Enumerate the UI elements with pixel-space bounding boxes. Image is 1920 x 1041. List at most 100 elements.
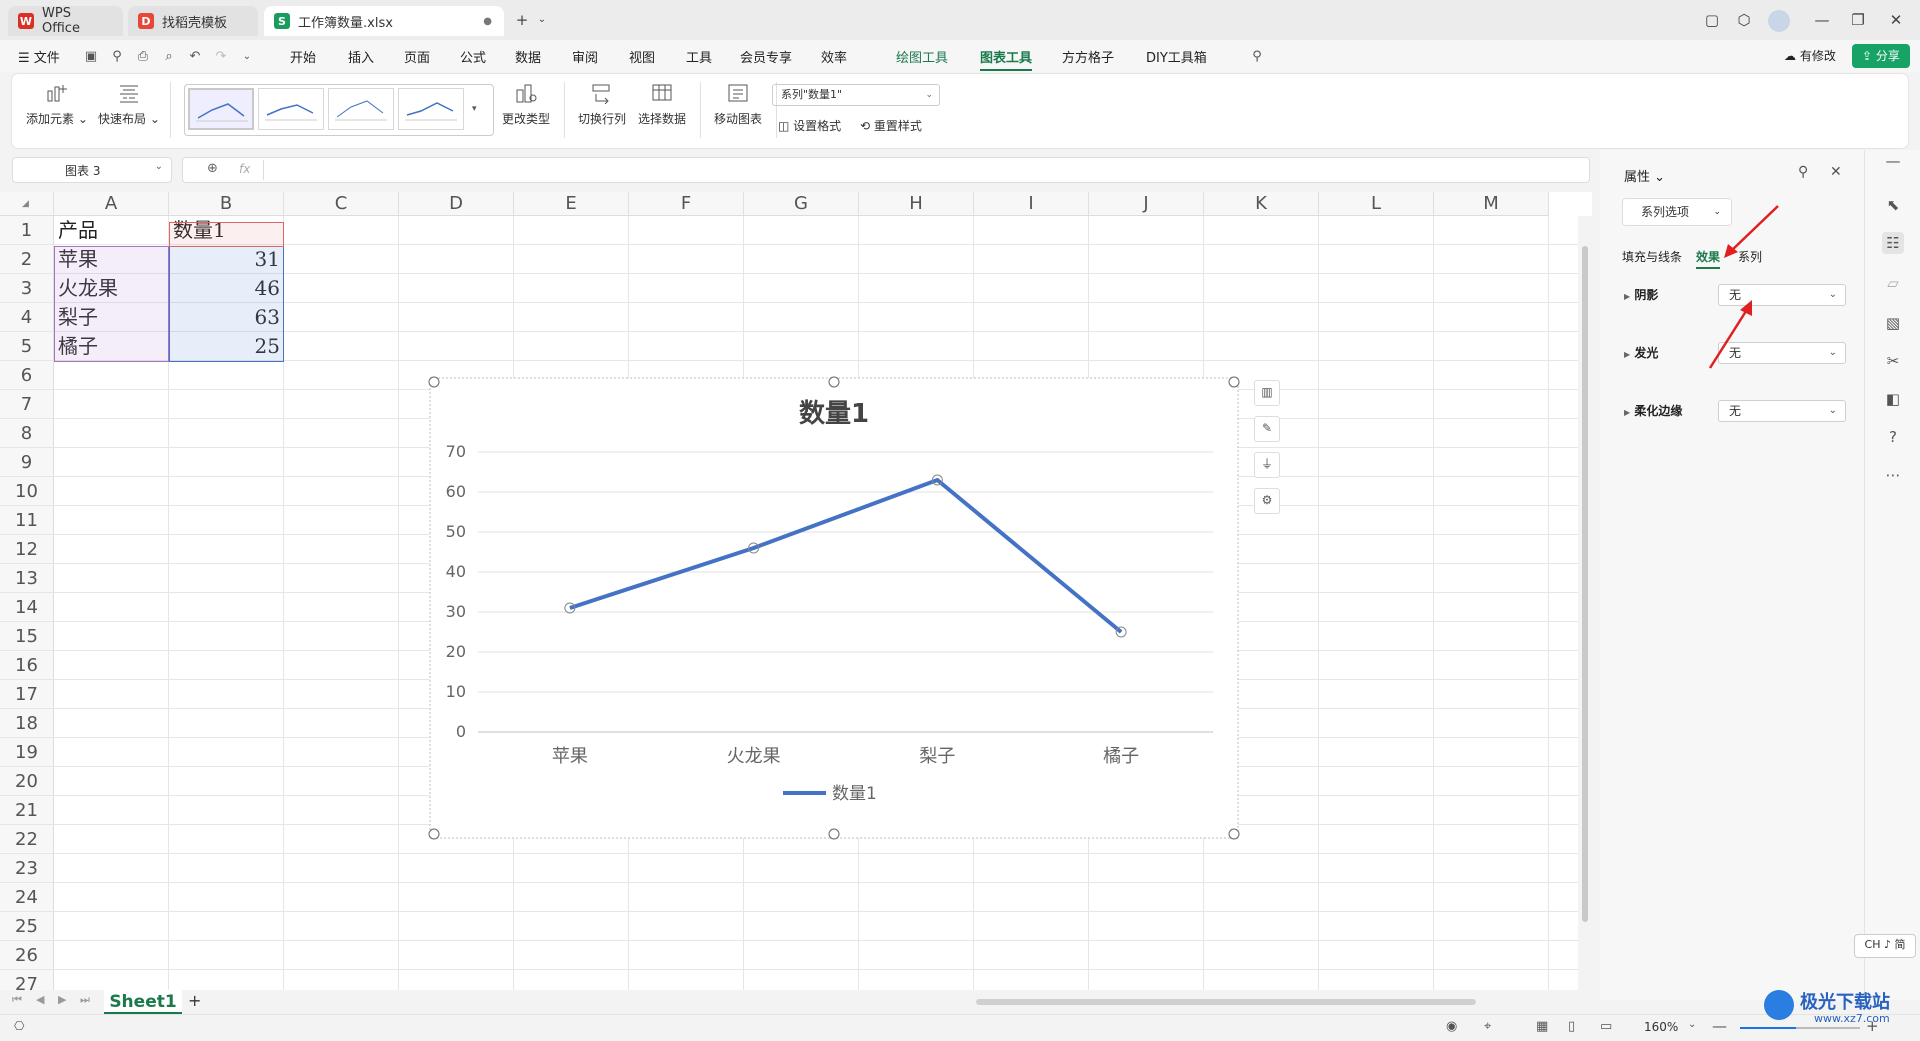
menu-11[interactable]: 绘图工具	[896, 47, 948, 66]
chart-elements-icon[interactable]: ▥	[1254, 380, 1280, 406]
restore-icon[interactable]: ❐	[1848, 10, 1868, 30]
chart-container[interactable]: 数量1 0 10 20 30 40 50 60 70 苹果 火龙果 梨子 橘子 数量1	[428, 376, 1240, 840]
chart-style-brush-icon[interactable]: ✎	[1254, 416, 1280, 442]
series-select-dropdown[interactable]: 系列"数量1" ⌄	[772, 84, 940, 106]
row-header-15[interactable]: 15	[0, 622, 54, 651]
minimize-icon[interactable]: —	[1812, 10, 1832, 30]
row-header-9[interactable]: 9	[0, 448, 54, 477]
page-break-view-icon[interactable]: ▭	[1600, 1019, 1612, 1034]
add-element-button[interactable]: 添加元素 ⌄	[26, 82, 88, 127]
help-icon[interactable]: ?	[1882, 426, 1904, 448]
chart-style-3[interactable]	[328, 88, 394, 130]
chevron-down-icon[interactable]: ⌄	[532, 10, 552, 30]
unsaved-dot-icon[interactable]: ●	[483, 16, 492, 27]
change-type-button[interactable]: 更改类型	[498, 82, 554, 127]
last-sheet-icon[interactable]: ⏭	[80, 993, 90, 1007]
sheet-tab-sheet1[interactable]: Sheet1	[104, 990, 182, 1014]
row-header-27[interactable]: 27	[0, 970, 54, 990]
add-sheet-icon[interactable]: +	[188, 991, 201, 1010]
new-tab-icon[interactable]: +	[512, 10, 532, 30]
resize-handle[interactable]	[428, 376, 440, 388]
chart-style-1[interactable]	[188, 88, 254, 130]
horizontal-scrollbar[interactable]	[970, 998, 1570, 1006]
row-header-1[interactable]: 1	[0, 216, 54, 245]
row-header-21[interactable]: 21	[0, 796, 54, 825]
next-sheet-icon[interactable]: ▶	[58, 993, 66, 1006]
modified-indicator[interactable]: ☁ 有修改	[1784, 47, 1836, 64]
redo-icon[interactable]: ↷	[212, 48, 230, 66]
switch-row-col-button[interactable]: 切换行列	[572, 82, 632, 127]
column-header-j[interactable]: J	[1089, 192, 1204, 216]
tools-icon[interactable]: ✂	[1882, 350, 1904, 372]
row-header-11[interactable]: 11	[0, 506, 54, 535]
share-button[interactable]: ⇪ 分享	[1852, 44, 1910, 68]
first-sheet-icon[interactable]: ⏮	[12, 993, 22, 1007]
name-box[interactable]: 图表 3 ⌄	[12, 157, 172, 183]
row-header-13[interactable]: 13	[0, 564, 54, 593]
menu-2[interactable]: 插入	[348, 47, 374, 66]
row-header-24[interactable]: 24	[0, 883, 54, 912]
row-header-6[interactable]: 6	[0, 361, 54, 390]
row-header-25[interactable]: 25	[0, 912, 54, 941]
menu-5[interactable]: 数据	[515, 47, 541, 66]
chart-filter-icon[interactable]: ⏚	[1254, 452, 1280, 478]
window-layout-icon[interactable]: ▢	[1702, 10, 1722, 30]
row-header-16[interactable]: 16	[0, 651, 54, 680]
zoom-chevron-icon[interactable]: ⌄	[1688, 1019, 1696, 1030]
save-icon[interactable]: ▣	[82, 48, 100, 66]
prev-sheet-icon[interactable]: ◀	[36, 993, 44, 1006]
more-chevron-icon[interactable]: ⌄	[238, 48, 256, 66]
menu-7[interactable]: 视图	[629, 47, 655, 66]
select-all-corner[interactable]: ◢	[0, 192, 54, 216]
normal-view-icon[interactable]: ▦	[1536, 1019, 1548, 1034]
tab-workbook[interactable]: S 工作簿数量.xlsx ●	[264, 6, 504, 36]
menu-9[interactable]: 会员专享	[740, 47, 792, 66]
menu-12[interactable]: 图表工具	[980, 47, 1033, 71]
resize-handle[interactable]	[1228, 828, 1240, 840]
quick-layout-button[interactable]: 快速布局 ⌄	[98, 82, 160, 127]
menu-3[interactable]: 页面	[404, 47, 430, 66]
vertical-scroll-thumb[interactable]	[1582, 246, 1588, 922]
zoom-formula-icon[interactable]: ⊕	[207, 161, 218, 176]
undo-icon[interactable]: ↶	[186, 48, 204, 66]
row-header-12[interactable]: 12	[0, 535, 54, 564]
chart-style-4[interactable]	[398, 88, 464, 130]
spreadsheet-grid[interactable]: ◢ ABCDEFGHIJKLM 1 2 3 4 5 6 7 8 9 10 11 12 13 14 15 16 1…	[0, 192, 1592, 990]
row-header-4[interactable]: 4	[0, 303, 54, 332]
menu-6[interactable]: 审阅	[572, 47, 598, 66]
avatar[interactable]	[1768, 10, 1790, 32]
close-icon[interactable]: ✕	[1886, 10, 1906, 30]
column-header-c[interactable]: C	[284, 192, 399, 216]
file-menu[interactable]: ☰ 文件	[18, 47, 60, 66]
row-header-8[interactable]: 8	[0, 419, 54, 448]
column-header-l[interactable]: L	[1319, 192, 1434, 216]
search-icon[interactable]: ⚲	[1248, 48, 1266, 66]
resize-handle[interactable]	[828, 828, 840, 840]
chart-settings-icon[interactable]: ⚙	[1254, 488, 1280, 514]
formula-bar[interactable]: ⊕ fx	[182, 157, 1590, 183]
row-header-10[interactable]: 10	[0, 477, 54, 506]
collapse-icon[interactable]: —	[1882, 150, 1904, 172]
column-header-d[interactable]: D	[399, 192, 514, 216]
row-header-20[interactable]: 20	[0, 767, 54, 796]
row-header-7[interactable]: 7	[0, 390, 54, 419]
row-header-14[interactable]: 14	[0, 593, 54, 622]
menu-13[interactable]: 方方格子	[1062, 47, 1114, 66]
column-header-i[interactable]: I	[974, 192, 1089, 216]
tab-wps-office[interactable]: W WPS Office	[8, 6, 123, 36]
row-header-23[interactable]: 23	[0, 854, 54, 883]
move-chart-button[interactable]: 移动图表	[708, 82, 768, 127]
comment-icon[interactable]: ▱	[1882, 272, 1904, 294]
macro-icon[interactable]: ⎔	[14, 1019, 24, 1033]
cube-icon[interactable]: ⬡	[1734, 10, 1754, 30]
column-header-e[interactable]: E	[514, 192, 629, 216]
menu-4[interactable]: 公式	[460, 47, 486, 66]
zoom-out-icon[interactable]: —	[1712, 1017, 1727, 1035]
resize-handle[interactable]	[828, 376, 840, 388]
chart-style-2[interactable]	[258, 88, 324, 130]
row-header-2[interactable]: 2	[0, 245, 54, 274]
vertical-scrollbar[interactable]	[1578, 216, 1592, 990]
resize-handle[interactable]	[1228, 376, 1240, 388]
resize-handle[interactable]	[428, 828, 440, 840]
properties-sliders-icon[interactable]: ☷	[1882, 232, 1904, 254]
